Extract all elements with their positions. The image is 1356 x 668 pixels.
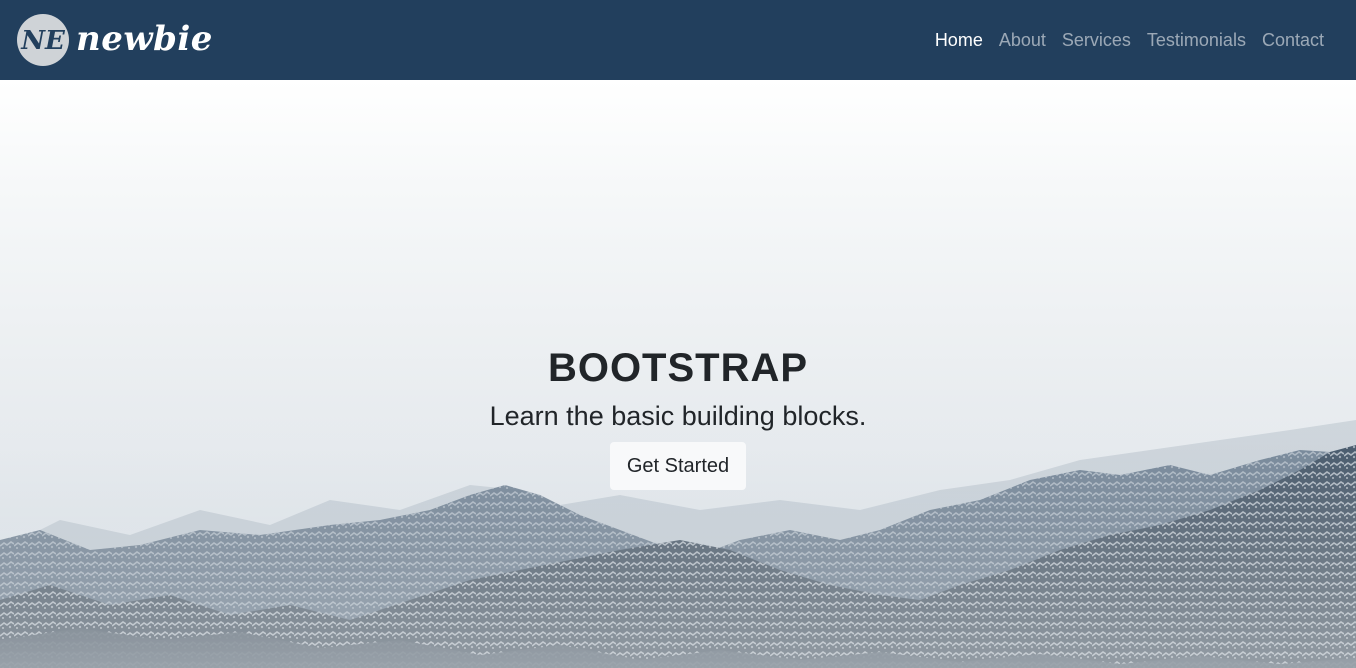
nav-item-home[interactable]: Home <box>927 22 991 58</box>
nav-item-services[interactable]: Services <box>1054 22 1139 58</box>
hero-section: BOOTSTRAP Learn the basic building block… <box>0 80 1356 668</box>
nav-item-contact[interactable]: Contact <box>1254 22 1332 58</box>
brand-name: newbie <box>76 19 213 59</box>
hero-subtitle: Learn the basic building blocks. <box>489 401 867 431</box>
navbar: NE newbie Home About Services Testimonia… <box>0 0 1356 80</box>
logo-badge-icon: NE <box>17 14 69 66</box>
brand-logo[interactable]: NE newbie <box>16 13 213 67</box>
logo-badge-text: NE <box>20 26 66 56</box>
nav-item-testimonials[interactable]: Testimonials <box>1139 22 1254 58</box>
get-started-button[interactable]: Get Started <box>609 442 747 490</box>
hero-content: BOOTSTRAP Learn the basic building block… <box>0 342 1356 490</box>
hero-title: BOOTSTRAP <box>547 346 809 390</box>
main-nav: Home About Services Testimonials Contact <box>927 30 1332 51</box>
nav-item-about[interactable]: About <box>991 22 1054 58</box>
page: NE newbie Home About Services Testimonia… <box>0 0 1356 668</box>
